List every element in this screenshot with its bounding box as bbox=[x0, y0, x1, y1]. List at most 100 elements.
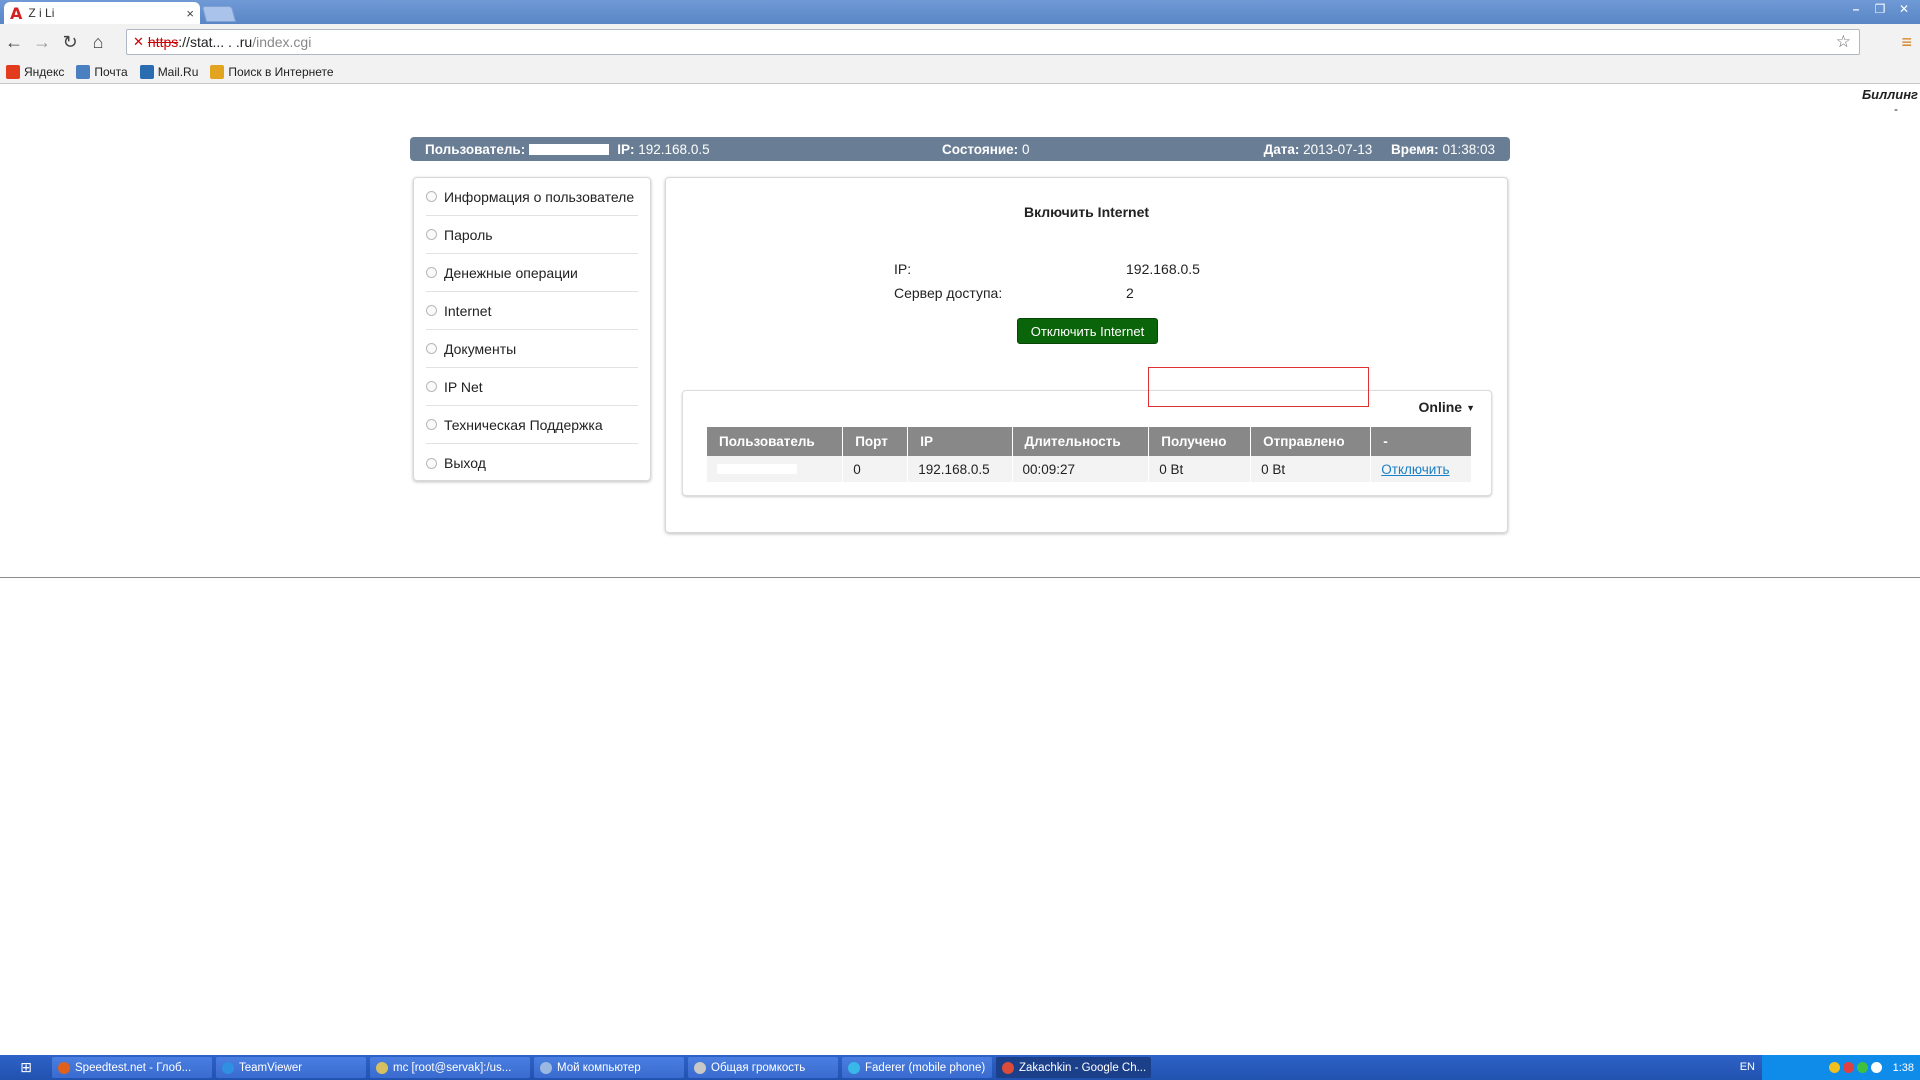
column-header: Длительность bbox=[1012, 427, 1150, 456]
bookmark-label: Поиск в Интернете bbox=[228, 64, 334, 79]
close-window-icon[interactable]: ✕ bbox=[1892, 1, 1916, 17]
url-host: stat... . .ru bbox=[189, 34, 253, 50]
table-row: 0 192.168.0.5 00:09:27 0 Bt 0 Bt Отключи… bbox=[707, 456, 1471, 482]
column-header: Отправлено bbox=[1250, 427, 1372, 456]
sessions-table: Пользователь Порт IP Длительность Получено От… bbox=[707, 427, 1471, 482]
user-redacted bbox=[529, 143, 610, 155]
column-header: IP bbox=[907, 427, 1013, 456]
minimize-icon[interactable]: – bbox=[1844, 1, 1868, 17]
brand-dash: - bbox=[1894, 102, 1898, 116]
bookmark-item[interactable]: Mail.Ru bbox=[139, 64, 199, 79]
page-divider bbox=[0, 577, 1920, 578]
taskbar-item-label: mc [root@servak]:/us... bbox=[393, 1061, 512, 1074]
disconnect-session-link[interactable]: Отключить bbox=[1381, 462, 1449, 477]
taskbar-item[interactable]: TeamViewer bbox=[216, 1057, 366, 1078]
taskbar-item[interactable]: Speedtest.net - Глоб... bbox=[52, 1057, 212, 1078]
taskbar-item[interactable]: Zakachkin - Google Ch... bbox=[996, 1057, 1151, 1078]
back-icon[interactable]: ← bbox=[0, 28, 28, 56]
taskbar-item-label: Мой компьютер bbox=[557, 1061, 641, 1074]
taskbar-item-label: Zakachkin - Google Ch... bbox=[1019, 1061, 1147, 1074]
tab-close-icon[interactable]: × bbox=[186, 6, 194, 21]
ip-value: 192.168.0.5 bbox=[638, 141, 710, 157]
home-icon[interactable]: ⌂ bbox=[84, 28, 112, 56]
cell-action: Отключить bbox=[1370, 456, 1471, 482]
sidebar-item[interactable]: Выход bbox=[426, 444, 638, 482]
cell-received: 0 Bt bbox=[1148, 456, 1252, 482]
sidebar-item[interactable]: Денежные операции bbox=[426, 254, 638, 292]
bookmark-star-icon[interactable]: ☆ bbox=[1836, 32, 1851, 52]
forward-icon[interactable]: → bbox=[28, 28, 56, 56]
taskbar-item[interactable]: mc [root@servak]:/us... bbox=[370, 1057, 530, 1078]
ip-row: IP: 192.168.0.5 bbox=[894, 261, 1200, 277]
cell-sent: 0 Bt bbox=[1250, 456, 1372, 482]
app-icon bbox=[376, 1061, 388, 1074]
user-redacted bbox=[717, 463, 797, 474]
taskbar-item-label: Общая громкость bbox=[711, 1061, 806, 1074]
browser-tab-strip: A Z i Li × – ❐ ✕ bbox=[0, 0, 1920, 24]
chrome-menu-icon[interactable]: ≡ bbox=[1901, 32, 1912, 53]
bookmark-item[interactable]: Почта bbox=[76, 64, 128, 79]
restore-icon[interactable]: ❐ bbox=[1868, 1, 1892, 17]
sidebar-item[interactable]: Документы bbox=[426, 330, 638, 368]
tab-title: Z i Li bbox=[28, 6, 55, 20]
table-header-row: Пользователь Порт IP Длительность Получено От… bbox=[707, 427, 1471, 456]
cell-ip: 192.168.0.5 bbox=[907, 456, 1013, 482]
start-button[interactable]: ⊞ bbox=[0, 1055, 52, 1080]
user-status-bar: Пользователь: IP: 192.168.0.5 Состояние:… bbox=[410, 137, 1510, 161]
sidebar-item-label: Денежные операции bbox=[444, 264, 578, 281]
taskbar-item[interactable]: Faderer (mobile phone) bbox=[842, 1057, 992, 1078]
sidebar-item-label: Информация о пользователе bbox=[444, 188, 635, 205]
bookmark-item[interactable]: Поиск в Интернете bbox=[210, 64, 334, 79]
yandex-icon bbox=[6, 64, 20, 79]
browser-tab[interactable]: A Z i Li × bbox=[4, 2, 200, 24]
online-toggle[interactable]: Online ▼ bbox=[1419, 399, 1475, 415]
address-bar[interactable]: ✕ https :// stat... . .ru /index.cgi ☆ bbox=[126, 29, 1860, 55]
task-list: Speedtest.net - Глоб... TeamViewer mc [roo… bbox=[52, 1057, 1155, 1078]
sidebar-item[interactable]: Internet bbox=[426, 292, 638, 330]
reload-icon[interactable]: ↻ bbox=[56, 28, 84, 56]
tray-icon[interactable] bbox=[1856, 1062, 1868, 1073]
bookmark-item[interactable]: Яндекс bbox=[6, 64, 64, 79]
insecure-lock-icon[interactable]: ✕ bbox=[133, 34, 144, 50]
sidebar-item[interactable]: IP Net bbox=[426, 368, 638, 406]
internet-panel: Включить Internet IP: 192.168.0.5 Сервер … bbox=[665, 177, 1508, 533]
sidebar-item[interactable]: Техническая Поддержка bbox=[426, 406, 638, 444]
radio-icon bbox=[426, 305, 437, 316]
radio-icon bbox=[426, 191, 437, 202]
language-indicator[interactable]: EN bbox=[1740, 1061, 1755, 1073]
taskbar-item-label: TeamViewer bbox=[239, 1061, 303, 1074]
bookmark-label: Почта bbox=[94, 64, 128, 79]
radio-icon bbox=[426, 343, 437, 354]
cell-user bbox=[707, 456, 844, 482]
server-row: Сервер доступа: 2 bbox=[894, 285, 1134, 301]
radio-icon bbox=[426, 381, 437, 392]
sidebar-item-label: Документы bbox=[444, 340, 517, 357]
date-label: Дата: bbox=[1263, 141, 1300, 157]
panel-title: Включить Internet bbox=[1023, 204, 1150, 220]
app-icon bbox=[222, 1061, 234, 1074]
cell-duration: 00:09:27 bbox=[1012, 456, 1150, 482]
clock: 1:38 bbox=[1892, 1061, 1914, 1074]
radio-icon bbox=[426, 457, 437, 469]
tray-icon[interactable] bbox=[1828, 1062, 1840, 1073]
taskbar-item[interactable]: Мой компьютер bbox=[534, 1057, 684, 1078]
window-controls: – ❐ ✕ bbox=[1844, 1, 1916, 17]
disconnect-internet-button[interactable]: Отключить Internet bbox=[1017, 318, 1158, 344]
new-tab-button[interactable] bbox=[201, 6, 237, 22]
tray-icon[interactable] bbox=[1870, 1062, 1882, 1073]
sidebar-item[interactable]: Пароль bbox=[426, 216, 638, 254]
sidebar-item-label: IP Net bbox=[444, 378, 483, 395]
time-value: 01:38:03 bbox=[1442, 141, 1495, 157]
column-header: Пользователь bbox=[707, 427, 844, 456]
sidebar-item[interactable]: Информация о пользователе bbox=[426, 178, 638, 216]
column-header: Получено bbox=[1148, 427, 1252, 456]
tray-icon[interactable] bbox=[1842, 1062, 1854, 1073]
taskbar-item[interactable]: Общая громкость bbox=[688, 1057, 838, 1078]
date-value: 2013-07-13 bbox=[1303, 141, 1373, 157]
mailru-icon bbox=[139, 64, 154, 79]
app-icon bbox=[694, 1061, 706, 1074]
state-label: Состояние: bbox=[942, 141, 1019, 157]
online-sessions-box: Online ▼ Пользователь Порт IP Длительность По… bbox=[682, 390, 1492, 496]
cell-port: 0 bbox=[842, 456, 909, 482]
bookmark-label: Mail.Ru bbox=[157, 64, 199, 79]
